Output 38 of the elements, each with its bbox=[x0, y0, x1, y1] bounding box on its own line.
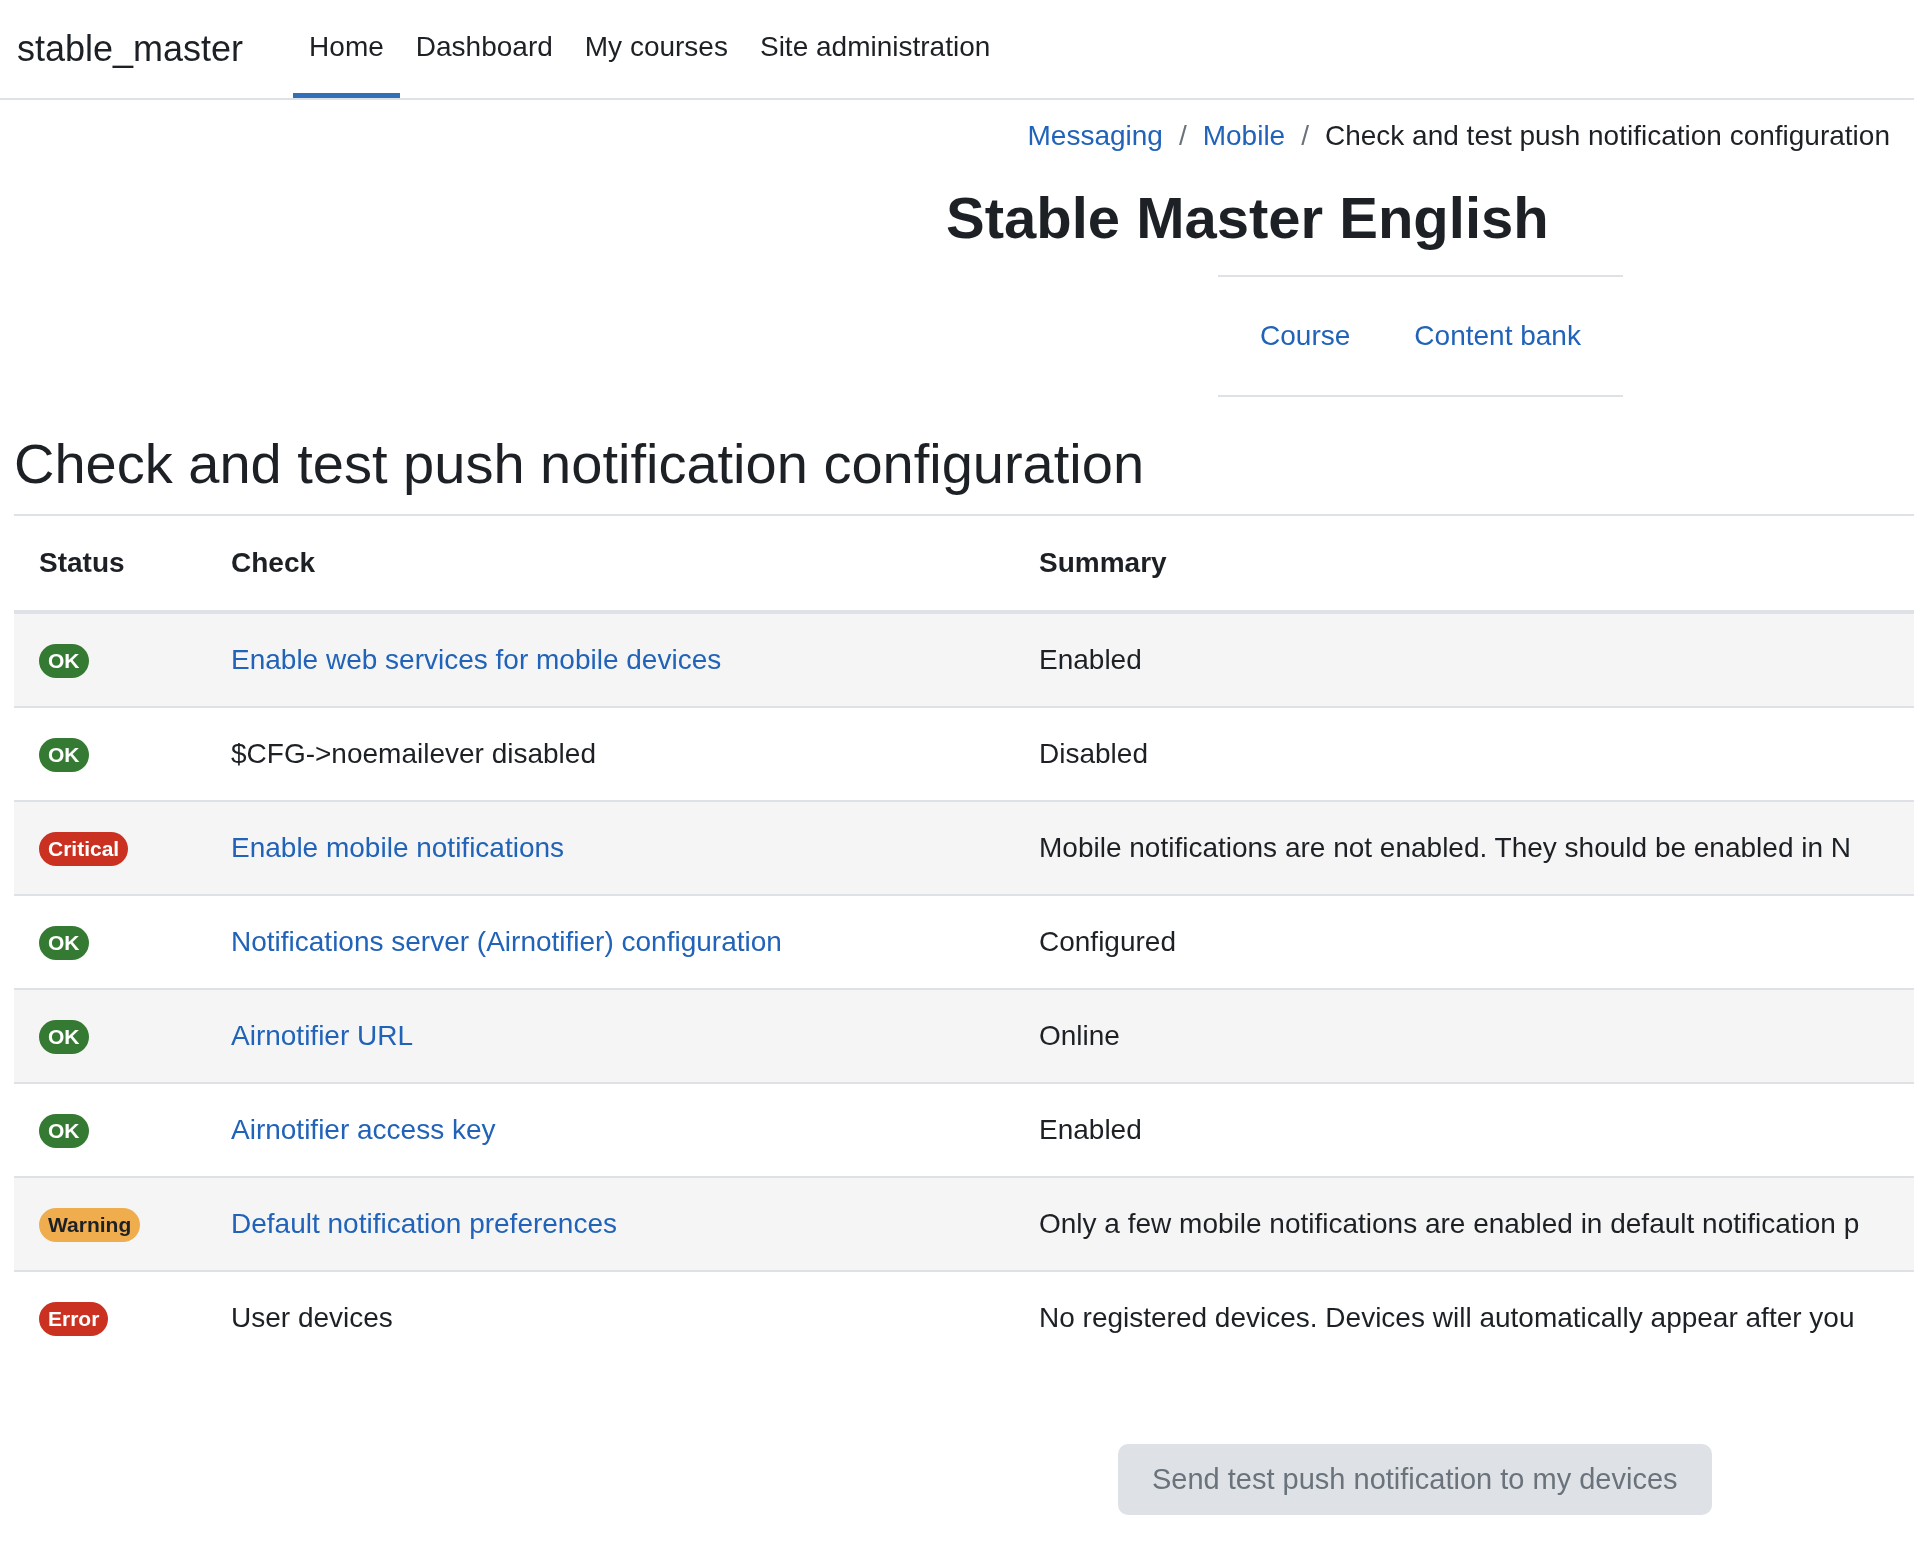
breadcrumb-link[interactable]: Mobile bbox=[1202, 120, 1286, 152]
nav-tab[interactable]: Dashboard bbox=[399, 0, 569, 98]
check-name: $CFG->noemailever disabled bbox=[231, 738, 596, 769]
secondary-nav-link[interactable]: Content bank bbox=[1414, 320, 1581, 352]
site-name[interactable]: stable_master bbox=[17, 28, 244, 70]
nav-tab[interactable]: Home bbox=[293, 0, 400, 98]
status-badge: Warning bbox=[39, 1207, 141, 1242]
summary-text: Only a few mobile notifications are enabled in default notification p bbox=[1039, 1208, 1860, 1239]
check-link[interactable]: Enable web services for mobile devices bbox=[231, 644, 722, 675]
course-title: Stable Master English bbox=[946, 184, 1550, 251]
breadcrumb-link[interactable]: Messaging bbox=[1027, 120, 1163, 152]
check-link[interactable]: Enable mobile notifications bbox=[231, 832, 565, 863]
status-badge: OK bbox=[39, 1019, 89, 1054]
summary-text: No registered devices. Devices will automatically appear after you bbox=[1039, 1302, 1855, 1333]
check-link[interactable]: Airnotifier access key bbox=[231, 1114, 496, 1145]
breadcrumb-separator: / bbox=[1178, 120, 1187, 152]
status-badge: OK bbox=[39, 643, 89, 678]
status-badge: OK bbox=[39, 925, 89, 960]
nav-tab[interactable]: Site administration bbox=[743, 0, 1007, 98]
nav-tab[interactable]: My courses bbox=[568, 0, 744, 98]
check-link[interactable]: Default notification preferences bbox=[231, 1208, 617, 1239]
breadcrumb-current: Check and test push notification configuration bbox=[1324, 120, 1890, 152]
check-name: User devices bbox=[231, 1302, 393, 1333]
summary-text: Configured bbox=[1039, 926, 1176, 957]
check-link[interactable]: Notifications server (Airnotifier) configuration bbox=[231, 926, 782, 957]
check-link[interactable]: Airnotifier URL bbox=[231, 1020, 414, 1051]
status-badge: OK bbox=[39, 737, 89, 772]
summary-text: Online bbox=[1039, 1020, 1120, 1051]
summary-text: Mobile notifications are not enabled. They should be enabled in N bbox=[1039, 832, 1852, 863]
summary-text: Enabled bbox=[1039, 1114, 1142, 1145]
status-badge: Error bbox=[39, 1301, 109, 1336]
summary-text: Enabled bbox=[1039, 644, 1142, 675]
secondary-nav-link[interactable]: Course bbox=[1260, 320, 1351, 352]
page-heading: Check and test push notification configuration bbox=[14, 431, 1146, 496]
status-badge: OK bbox=[39, 1113, 89, 1148]
summary-text: Disabled bbox=[1039, 738, 1148, 769]
status-badge: Critical bbox=[39, 831, 129, 866]
breadcrumb-separator: / bbox=[1301, 120, 1309, 152]
